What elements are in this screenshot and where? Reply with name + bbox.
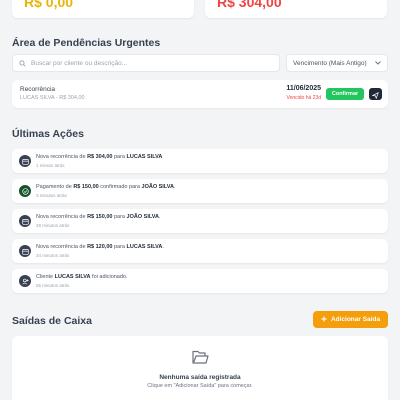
stat-card-left: R$ 0,00 — [12, 0, 194, 18]
send-button[interactable] — [369, 88, 382, 100]
pending-item-date: 11/06/2025 — [286, 85, 321, 92]
action-item: Nova recorrência de R$ 304,00 para LUCAS… — [12, 149, 388, 173]
stat-card-right: R$ 304,00 — [205, 0, 387, 18]
action-time: 34 minutos atrás — [36, 253, 70, 258]
empty-state-title: Nenhuma saída registrada — [159, 374, 241, 381]
stat-value-left: R$ 0,00 — [24, 0, 74, 10]
sort-select-value: Vencimento (Mais Antigo) — [293, 59, 367, 67]
actions-section-title: Últimas Ações — [12, 128, 84, 140]
search-box[interactable] — [12, 54, 280, 72]
send-icon — [371, 87, 379, 102]
search-input[interactable] — [31, 59, 261, 67]
plus-icon — [321, 316, 327, 324]
action-time: 1 minuto atrás — [36, 163, 65, 168]
check-circle-icon — [19, 185, 31, 197]
chevron-down-icon — [375, 60, 381, 67]
stat-value-right: R$ 304,00 — [217, 0, 282, 10]
calendar-icon — [19, 245, 31, 257]
action-text: Nova recorrência de R$ 304,00 para LUCAS… — [36, 154, 163, 160]
search-icon — [19, 54, 26, 72]
action-time: 3 minutos atrás — [36, 193, 67, 198]
action-text: Nova recorrência de R$ 120,00 para LUCAS… — [36, 244, 164, 250]
action-text: Pagamento de R$ 150,00 confirmado para J… — [36, 184, 176, 190]
pending-item-subtitle: LUCAS SILVA - R$ 304,00 — [20, 95, 85, 101]
action-item: Nova recorrência de R$ 150,00 para JOÃO … — [12, 209, 388, 233]
sort-select[interactable]: Vencimento (Mais Antigo) — [286, 54, 388, 72]
action-text: Nova recorrência de R$ 150,00 para JOÃO … — [36, 214, 161, 220]
action-text: Cliente LUCAS SILVA foi adicionado. — [36, 274, 128, 280]
action-time: 28 minutos atrás — [36, 223, 70, 228]
add-cash-out-button[interactable]: Adicionar Saída — [313, 311, 388, 328]
calendar-icon — [19, 215, 31, 227]
pending-item-title: Recorrência — [20, 86, 56, 93]
add-cash-out-label: Adicionar Saída — [330, 316, 381, 323]
action-item: Cliente LUCAS SILVA foi adicionado. 55 m… — [12, 269, 388, 293]
action-time: 55 minutos atrás — [36, 283, 70, 288]
action-item: Nova recorrência de R$ 120,00 para LUCAS… — [12, 239, 388, 263]
calendar-icon — [19, 155, 31, 167]
cash-out-empty-state: Nenhuma saída registrada Clique em "Adic… — [12, 336, 388, 400]
folder-open-icon — [192, 350, 209, 370]
empty-state-hint: Clique em "Adicionar Saída" para começar… — [147, 383, 253, 389]
pending-item-due: Vencido há 23d — [286, 95, 321, 101]
pending-item: Recorrência LUCAS SILVA - R$ 304,00 11/0… — [12, 80, 388, 108]
user-plus-icon — [19, 275, 31, 287]
confirm-button[interactable]: Confirmar — [326, 88, 364, 100]
pending-section-title: Área de Pendências Urgentes — [12, 37, 161, 49]
cash-out-section-title: Saídas de Caixa — [12, 315, 92, 327]
action-item: Pagamento de R$ 150,00 confirmado para J… — [12, 179, 388, 203]
